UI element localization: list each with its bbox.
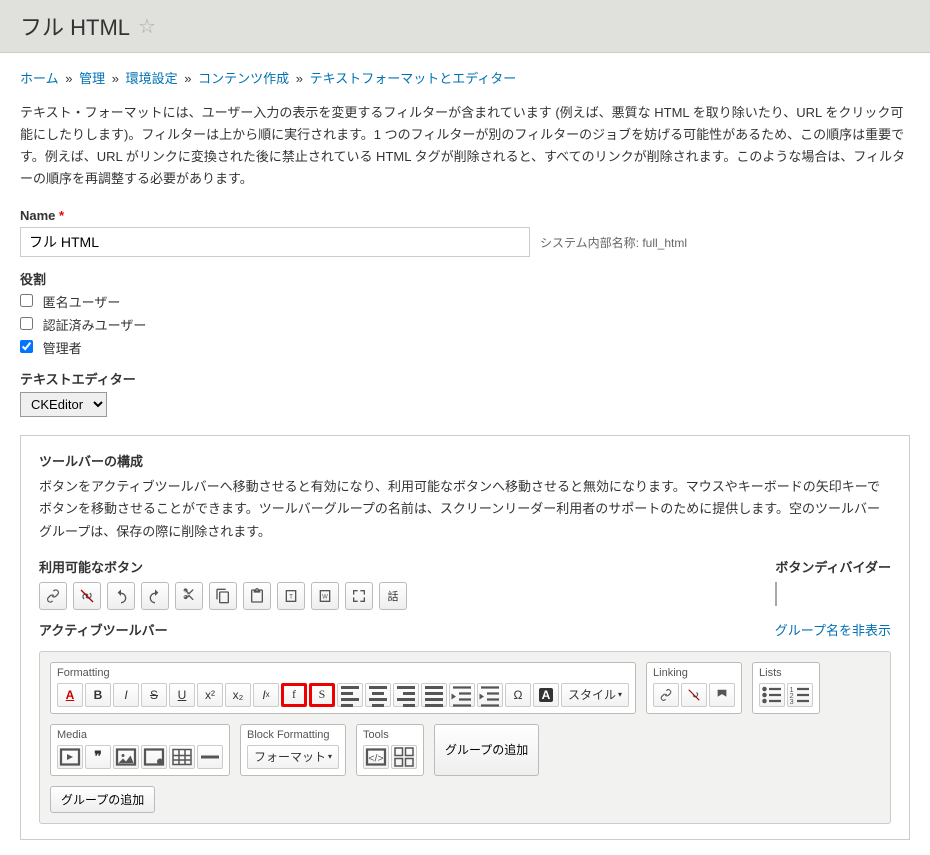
breadcrumb-config[interactable]: 環境設定 <box>126 71 178 86</box>
anchor-icon[interactable] <box>709 683 735 707</box>
group-linking[interactable]: Linking <box>646 662 742 714</box>
toolbar-config-panel: ツールバーの構成 ボタンをアクティブツールバーへ移動させると有効になり、利用可能… <box>20 435 910 839</box>
breadcrumb: ホーム » 管理 » 環境設定 » コンテンツ作成 » テキストフォーマットとエ… <box>20 68 910 87</box>
italic-icon[interactable]: I <box>113 683 139 707</box>
active-toolbar-area: Formatting A B I S U x² x₂ Ix f S <box>39 651 891 824</box>
roles-field: 役割 匿名ユーザー 認証済みユーザー 管理者 <box>20 269 910 357</box>
hr-icon[interactable] <box>197 745 223 769</box>
role-admin-checkbox[interactable] <box>20 340 33 353</box>
breadcrumb-home[interactable]: ホーム <box>20 71 59 86</box>
available-buttons-strip: T W 話 <box>39 582 407 610</box>
role-admin[interactable]: 管理者 <box>20 338 910 357</box>
group-formatting-label: Formatting <box>57 667 629 679</box>
bullet-list-icon[interactable] <box>759 683 785 707</box>
active-toolbar-label: アクティブツールバー <box>39 620 168 639</box>
breadcrumb-formats[interactable]: テキストフォーマットとエディター <box>310 71 517 86</box>
superscript-icon[interactable]: x² <box>197 683 223 707</box>
link2-icon[interactable] <box>653 683 679 707</box>
align-left-icon[interactable] <box>337 683 363 707</box>
star-icon[interactable]: ☆ <box>138 14 156 39</box>
group-linking-label: Linking <box>653 667 735 679</box>
unlink2-icon[interactable] <box>681 683 707 707</box>
text-color-icon[interactable]: A <box>57 683 83 707</box>
group-tools-label: Tools <box>363 729 417 741</box>
paste-text-icon[interactable]: T <box>277 582 305 610</box>
table-icon[interactable] <box>169 745 195 769</box>
indent-icon[interactable] <box>477 683 503 707</box>
page-title: フル HTML ☆ <box>20 10 910 42</box>
name-input[interactable] <box>20 227 530 257</box>
group-lists-label: Lists <box>759 667 813 679</box>
unlink-icon[interactable] <box>73 582 101 610</box>
bg-color-icon[interactable]: A <box>533 683 559 707</box>
align-right-icon[interactable] <box>393 683 419 707</box>
align-center-icon[interactable] <box>365 683 391 707</box>
svg-text:</>: </> <box>368 752 383 764</box>
roles-label: 役割 <box>20 269 910 288</box>
special-char-icon[interactable]: Ω <box>505 683 531 707</box>
toolbar-config-desc: ボタンをアクティブツールバーへ移動させると有効になり、利用可能なボタンへ移動させ… <box>39 476 891 542</box>
role-anonymous[interactable]: 匿名ユーザー <box>20 292 910 311</box>
image-icon[interactable] <box>113 745 139 769</box>
cut-icon[interactable] <box>175 582 203 610</box>
add-group-button-row2[interactable]: グループの追加 <box>50 786 155 813</box>
undo-icon[interactable] <box>107 582 135 610</box>
language-dialog-icon[interactable]: 話 <box>379 582 407 610</box>
bold-icon[interactable]: B <box>85 683 111 707</box>
blockquote-icon[interactable]: ❞ <box>85 745 111 769</box>
copy-icon[interactable] <box>209 582 237 610</box>
show-blocks-icon[interactable] <box>391 745 417 769</box>
role-authenticated-checkbox[interactable] <box>20 317 33 330</box>
group-lists[interactable]: Lists 123 <box>752 662 820 714</box>
font-size-icon[interactable]: S <box>309 683 335 707</box>
number-list-icon[interactable]: 123 <box>787 683 813 707</box>
embed-icon[interactable] <box>57 745 83 769</box>
role-anonymous-checkbox[interactable] <box>20 294 33 307</box>
svg-text:W: W <box>322 594 328 600</box>
machine-name: システム内部名称: full_html <box>540 234 687 251</box>
breadcrumb-admin[interactable]: 管理 <box>79 71 105 86</box>
media-browser-icon[interactable] <box>141 745 167 769</box>
group-media[interactable]: Media ❞ <box>50 724 230 776</box>
underline-icon[interactable]: U <box>169 683 195 707</box>
link-icon[interactable] <box>39 582 67 610</box>
remove-format-icon[interactable]: Ix <box>253 683 279 707</box>
hide-group-names-link[interactable]: グループ名を非表示 <box>775 620 891 639</box>
svg-text:T: T <box>289 593 293 600</box>
redo-icon[interactable] <box>141 582 169 610</box>
format-dropdown[interactable]: フォーマット▾ <box>247 745 339 769</box>
toolbar-config-heading: ツールバーの構成 <box>39 451 891 470</box>
group-media-label: Media <box>57 729 223 741</box>
group-block-label: Block Formatting <box>247 729 339 741</box>
name-label: Name * <box>20 208 910 223</box>
svg-text:3: 3 <box>790 697 794 706</box>
maximize-icon[interactable] <box>345 582 373 610</box>
editor-field: テキストエディター CKEditor <box>20 369 910 417</box>
group-tools[interactable]: Tools </> <box>356 724 424 776</box>
breadcrumb-content[interactable]: コンテンツ作成 <box>198 71 289 86</box>
subscript-icon[interactable]: x₂ <box>225 683 251 707</box>
editor-select[interactable]: CKEditor <box>20 392 107 417</box>
group-formatting[interactable]: Formatting A B I S U x² x₂ Ix f S <box>50 662 636 714</box>
page-header: フル HTML ☆ <box>0 0 930 53</box>
divider-handle[interactable] <box>775 582 777 606</box>
add-group-button-row1[interactable]: グループの追加 <box>434 724 539 776</box>
available-buttons-label: 利用可能なボタン <box>39 557 407 576</box>
paste-word-icon[interactable]: W <box>311 582 339 610</box>
font-family-icon[interactable]: f <box>281 683 307 707</box>
source-icon[interactable]: </> <box>363 745 389 769</box>
name-field: Name * システム内部名称: full_html <box>20 208 910 257</box>
styles-dropdown[interactable]: スタイル▾ <box>561 683 629 707</box>
role-authenticated[interactable]: 認証済みユーザー <box>20 315 910 334</box>
strike-icon[interactable]: S <box>141 683 167 707</box>
outdent-icon[interactable] <box>449 683 475 707</box>
divider-label: ボタンディバイダー <box>775 557 891 576</box>
title-text: フル HTML <box>20 10 130 42</box>
intro-text: テキスト・フォーマットには、ユーザー入力の表示を変更するフィルターが含まれていま… <box>20 102 910 190</box>
align-justify-icon[interactable] <box>421 683 447 707</box>
editor-label: テキストエディター <box>20 369 910 388</box>
group-block-formatting[interactable]: Block Formatting フォーマット▾ <box>240 724 346 776</box>
paste-icon[interactable] <box>243 582 271 610</box>
